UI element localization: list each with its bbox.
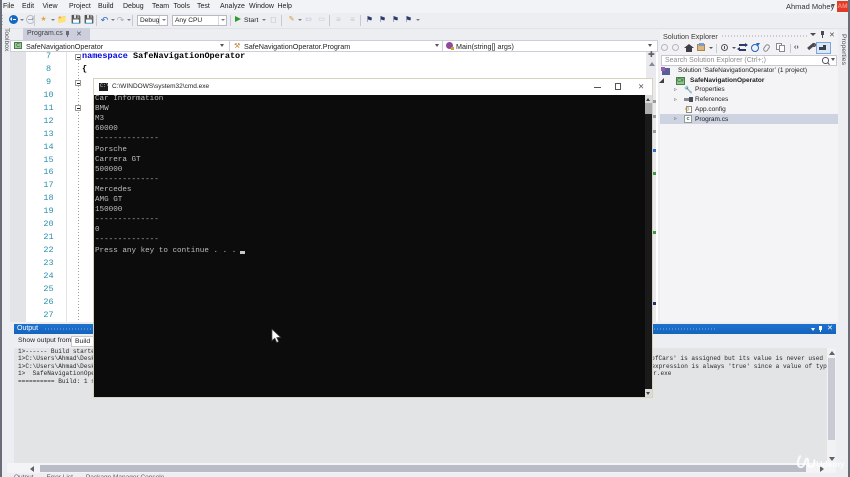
svg-text:Udemy: Udemy: [816, 459, 845, 469]
